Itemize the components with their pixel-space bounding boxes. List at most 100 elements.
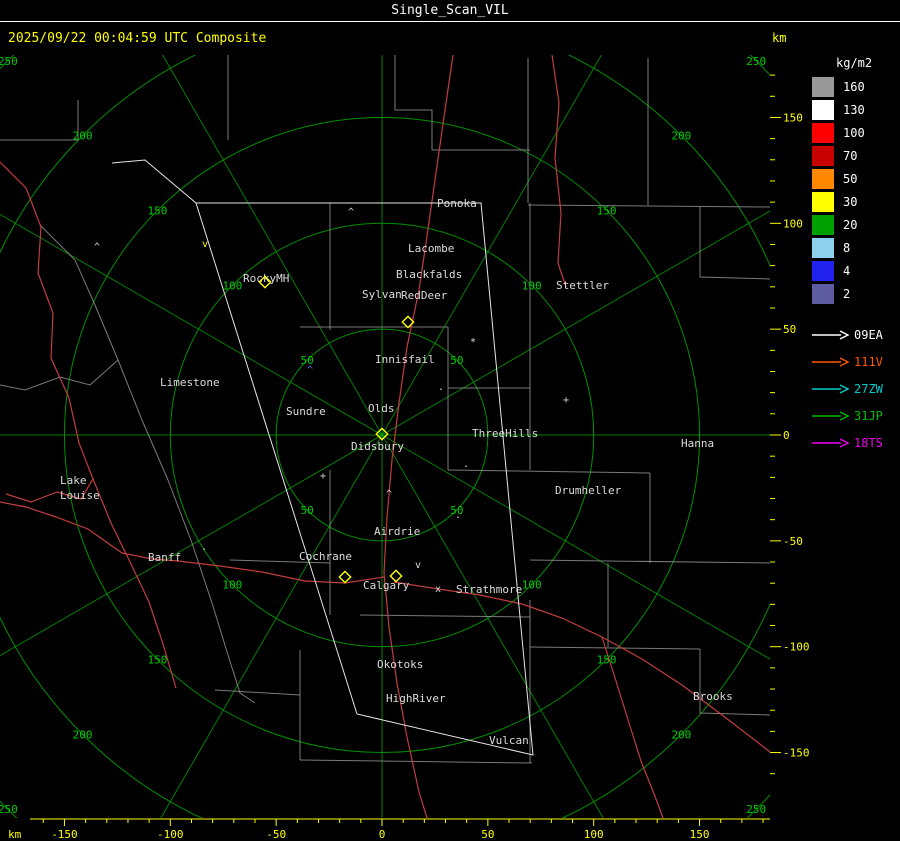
range-label: 200 [671, 130, 691, 143]
boundary-line [214, 689, 301, 696]
colorbar-entry: 100 [812, 121, 900, 144]
y-axis: 150 100 50 0 -50 -100 -150 [770, 74, 810, 775]
city-label: Ponoka [437, 197, 477, 210]
map-marker: * [470, 337, 476, 348]
range-label: 100 [222, 279, 242, 292]
x-tick-label: 150 [690, 828, 710, 841]
y-tick-label: 150 [783, 111, 803, 124]
city-label: Airdrie [374, 525, 420, 538]
city-label: Okotoks [377, 658, 423, 671]
radar-app-window: Single_Scan_VIL 2025/09/22 00:04:59 UTC … [0, 0, 900, 841]
highway-line [393, 581, 770, 753]
range-label: 50 [450, 354, 463, 367]
map-marker: ^ [348, 207, 354, 218]
colorbar-value: 160 [843, 79, 865, 94]
storm-track-id: 31JP [854, 408, 883, 423]
range-label: 150 [148, 204, 168, 217]
x-axis: -150 -100 -50 0 50 100 150 km [8, 818, 770, 841]
colorbar-value: 20 [843, 217, 858, 232]
y-tick-label: 100 [783, 217, 803, 230]
colorbar-swatch [812, 99, 834, 120]
map-marker: x [435, 584, 441, 595]
city-label: Drumheller [555, 484, 622, 497]
y-axis-unit-label: km [772, 31, 787, 45]
range-label: 150 [597, 204, 617, 217]
storm-track-id: 18TS [854, 435, 883, 450]
coverage-outline [195, 202, 534, 756]
storm-track-row: 111V [812, 348, 900, 375]
city-label: HighRiver [386, 692, 446, 705]
storm-track-id: 09EA [854, 327, 883, 342]
storm-track-id: 27ZW [854, 381, 883, 396]
city-label: Limestone [160, 376, 220, 389]
colorbar-value: 4 [843, 263, 851, 278]
city-label: Olds [368, 402, 395, 415]
side-panel: kg/m2 160 130 100 70 50 30 20 8 4 2 09EA 111V 27ZW 3… [812, 55, 900, 818]
map-marker: ^ [307, 365, 313, 376]
x-tick-label: -100 [157, 828, 184, 841]
colorbar-swatch [812, 122, 834, 143]
colorbar-value: 50 [843, 171, 858, 186]
radar-map[interactable]: 50 5050 50100 100100 100150 150150 150200 20020… [0, 55, 770, 818]
colorbar-entry: 2 [812, 282, 900, 305]
city-label: RedDeer [401, 289, 448, 302]
map-marker: . [201, 542, 207, 553]
colorbar-value: 2 [843, 286, 851, 301]
city-label: Banff [148, 551, 181, 564]
map-marker: . [438, 382, 444, 393]
city-label: Didsbury [351, 440, 404, 453]
y-tick-label: 0 [783, 429, 790, 442]
arrow-head [839, 383, 850, 394]
city-label: Hanna [681, 437, 714, 450]
range-label: 50 [301, 504, 314, 517]
range-label: 200 [73, 130, 93, 143]
city-label: Vulcan [489, 734, 529, 747]
storm-cell-marker [338, 570, 352, 584]
map-marker: + [563, 395, 569, 406]
boundary-line [0, 100, 79, 141]
colorbar-entry: 130 [812, 98, 900, 121]
range-label: 100 [522, 579, 542, 592]
range-label: 100 [522, 279, 542, 292]
colorbar-entry: 4 [812, 259, 900, 282]
colorbar-value: 70 [843, 148, 858, 163]
coverage-segment [111, 159, 197, 204]
colorbar-entry: 50 [812, 167, 900, 190]
boundary-line [699, 649, 770, 716]
colorbar-value: 130 [843, 102, 865, 117]
boundary-line [527, 204, 770, 208]
arrow-head [839, 356, 850, 367]
map-marker: . [463, 459, 469, 470]
range-label: 250 [746, 55, 766, 68]
colorbar-swatch [812, 214, 834, 235]
colorbar-value: 8 [843, 240, 851, 255]
y-tick-label: -150 [783, 747, 810, 760]
x-tick-label: -150 [51, 828, 78, 841]
scan-timestamp: 2025/09/22 00:04:59 UTC Composite [8, 31, 267, 46]
storm-track-row: 27ZW [812, 375, 900, 402]
city-label: Stettler [556, 279, 609, 292]
boundary-line [39, 224, 256, 704]
city-label: Lake [60, 474, 87, 487]
range-label: 100 [222, 579, 242, 592]
range-label: 150 [148, 654, 168, 667]
city-label: Cochrane [299, 550, 352, 563]
x-axis-unit: km [8, 828, 22, 841]
colorbar-entry: 30 [812, 190, 900, 213]
colorbar-entry: 160 [812, 75, 900, 98]
colorbar-value: 30 [843, 194, 858, 209]
city-label: Blackfalds [396, 268, 462, 281]
city-label: Brooks [693, 690, 733, 703]
map-marker: ^ [386, 489, 392, 500]
storm-track-legend: 09EA 111V 27ZW 31JP 18TS [812, 321, 900, 456]
colorbar-swatch [812, 237, 834, 258]
arrow-head [839, 410, 850, 421]
y-tick-label: -100 [783, 641, 810, 654]
colorbar-entry: 8 [812, 236, 900, 259]
boundary-line [394, 55, 433, 150]
arrow-head [839, 329, 850, 340]
colorbar: 160 130 100 70 50 30 20 8 4 2 [812, 75, 900, 305]
colorbar-swatch [812, 191, 834, 212]
range-label: 250 [746, 803, 766, 816]
boundary-line [447, 469, 651, 474]
